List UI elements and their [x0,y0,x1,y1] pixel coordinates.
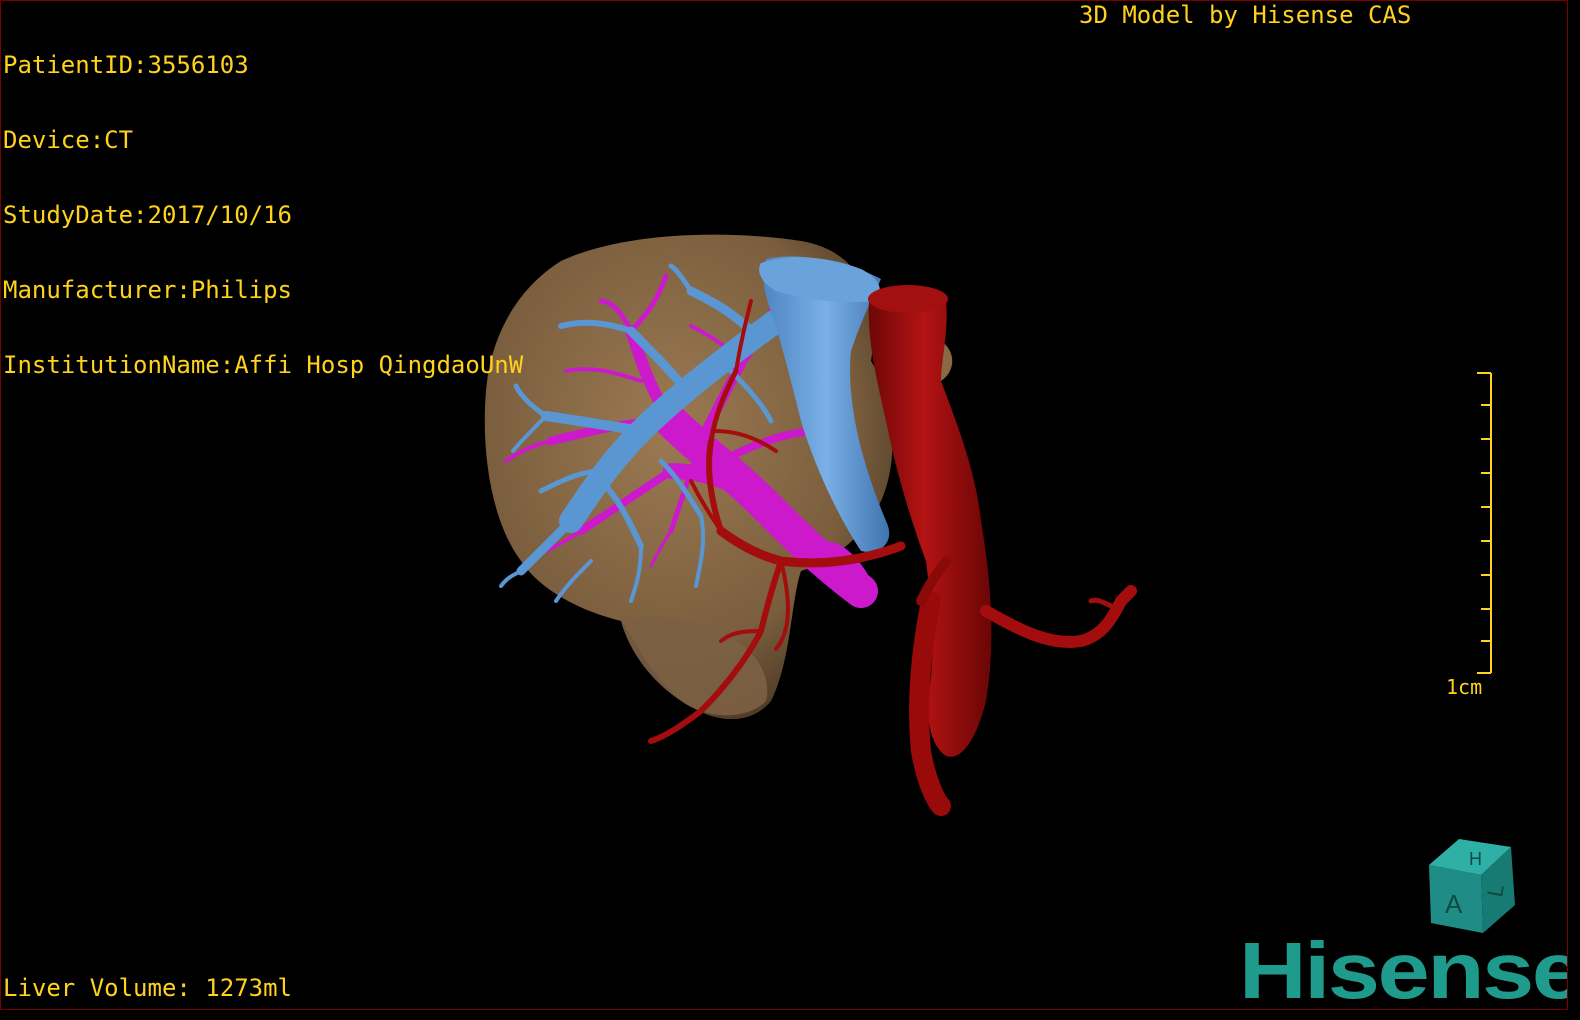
aorta [868,285,1137,816]
scale-bar-label: 1cm [1446,675,1483,699]
brand-caption: 3D Model by Hisense CAS [1079,1,1412,29]
orientation-label-a: A [1445,889,1463,919]
patient-info-overlay: PatientID:3556103 Device:CT StudyDate:20… [3,3,523,428]
manufacturer-text: Manufacturer:Philips [3,276,292,304]
hisense-logo: Hisense [1239,926,1568,1010]
device-text: Device:CT [3,126,134,154]
scale-bar [1477,372,1492,674]
study-date-text: StudyDate:2017/10/16 [3,201,292,229]
orientation-cube-icon[interactable]: H A L [1429,839,1515,933]
liver-volume-text: Liver Volume: 1273ml [3,974,292,1002]
patient-id-text: PatientID:3556103 [3,51,249,79]
orientation-label-h: H [1469,849,1482,869]
institution-text: InstitutionName:Affi Hosp QingdaoUnW [3,351,524,379]
3d-viewport[interactable]: H A L PatientID:3556103 Device:CT StudyD… [0,0,1568,1010]
